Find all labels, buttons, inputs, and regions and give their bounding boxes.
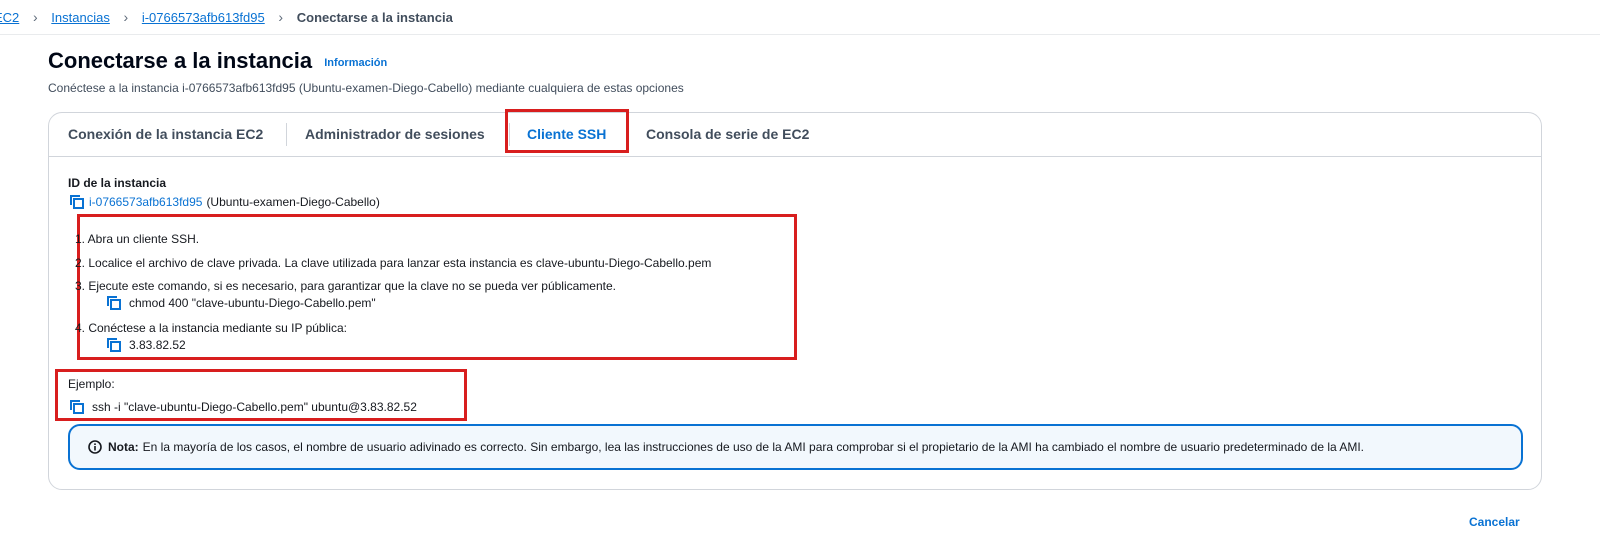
- breadcrumb-instancias[interactable]: Instancias: [51, 10, 110, 25]
- public-ip: 3.83.82.52: [129, 338, 186, 352]
- highlight-box: [505, 109, 629, 153]
- public-ip-row: 3.83.82.52: [107, 338, 186, 352]
- instance-id-link[interactable]: i-0766573afb613fd95: [89, 195, 202, 209]
- page-title-text: Conectarse a la instancia: [48, 48, 313, 73]
- tab-bar: Conexión de la instancia EC2 Administrad…: [49, 109, 1541, 157]
- connect-container: Conexión de la instancia EC2 Administrad…: [48, 109, 1542, 490]
- copy-icon[interactable]: [107, 338, 121, 352]
- example-command: ssh -i "clave-ubuntu-Diego-Cabello.pem" …: [92, 400, 417, 414]
- instance-name: (Ubuntu-examen-Diego-Cabello): [206, 195, 380, 209]
- step-1: 1. Abra un cliente SSH.: [75, 232, 200, 246]
- example-label: Ejemplo:: [68, 377, 115, 391]
- cancel-button[interactable]: Cancelar: [1469, 515, 1520, 529]
- page-title: Conectarse a la instancia Información: [48, 48, 387, 74]
- info-icon: [88, 440, 102, 454]
- instance-id-label: ID de la instancia: [68, 176, 167, 190]
- chevron-right-icon: ›: [123, 9, 129, 25]
- chmod-command-row: chmod 400 "clave-ubuntu-Diego-Cabello.pe…: [107, 296, 376, 310]
- instance-id-row: i-0766573afb613fd95 (Ubuntu-examen-Diego…: [70, 195, 380, 209]
- breadcrumb-instance-id[interactable]: i-0766573afb613fd95: [142, 10, 265, 25]
- info-link[interactable]: Información: [324, 57, 387, 69]
- copy-icon[interactable]: [107, 296, 121, 310]
- step-3: 3. Ejecute este comando, si es necesario…: [75, 279, 616, 293]
- chmod-command: chmod 400 "clave-ubuntu-Diego-Cabello.pe…: [129, 296, 376, 310]
- tab-ec2-serial-console[interactable]: Consola de serie de EC2: [646, 113, 809, 156]
- breadcrumb-ec2[interactable]: EC2: [0, 10, 19, 25]
- copy-icon[interactable]: [70, 400, 84, 414]
- chevron-right-icon: ›: [278, 9, 284, 25]
- step-4: 4. Conéctese a la instancia mediante su …: [75, 321, 347, 335]
- tab-ec2-instance-connect[interactable]: Conexión de la instancia EC2: [68, 113, 263, 156]
- tab-divider: [286, 123, 287, 146]
- breadcrumb: EC2 › Instancias › i-0766573afb613fd95 ›…: [0, 7, 453, 27]
- note-label: Nota:: [108, 440, 139, 454]
- breadcrumb-current: Conectarse a la instancia: [296, 9, 453, 25]
- chevron-right-icon: ›: [32, 9, 38, 25]
- note-text: En la mayoría de los casos, el nombre de…: [142, 440, 1365, 454]
- tab-session-manager[interactable]: Administrador de sesiones: [305, 113, 485, 156]
- example-command-row: ssh -i "clave-ubuntu-Diego-Cabello.pem" …: [70, 400, 417, 414]
- header-divider: [0, 34, 1600, 35]
- info-alert: Nota: En la mayoría de los casos, el nom…: [68, 424, 1523, 470]
- page-description: Conéctese a la instancia i-0766573afb613…: [48, 81, 684, 95]
- step-2: 2. Localice el archivo de clave privada.…: [75, 256, 712, 270]
- copy-icon[interactable]: [70, 195, 84, 209]
